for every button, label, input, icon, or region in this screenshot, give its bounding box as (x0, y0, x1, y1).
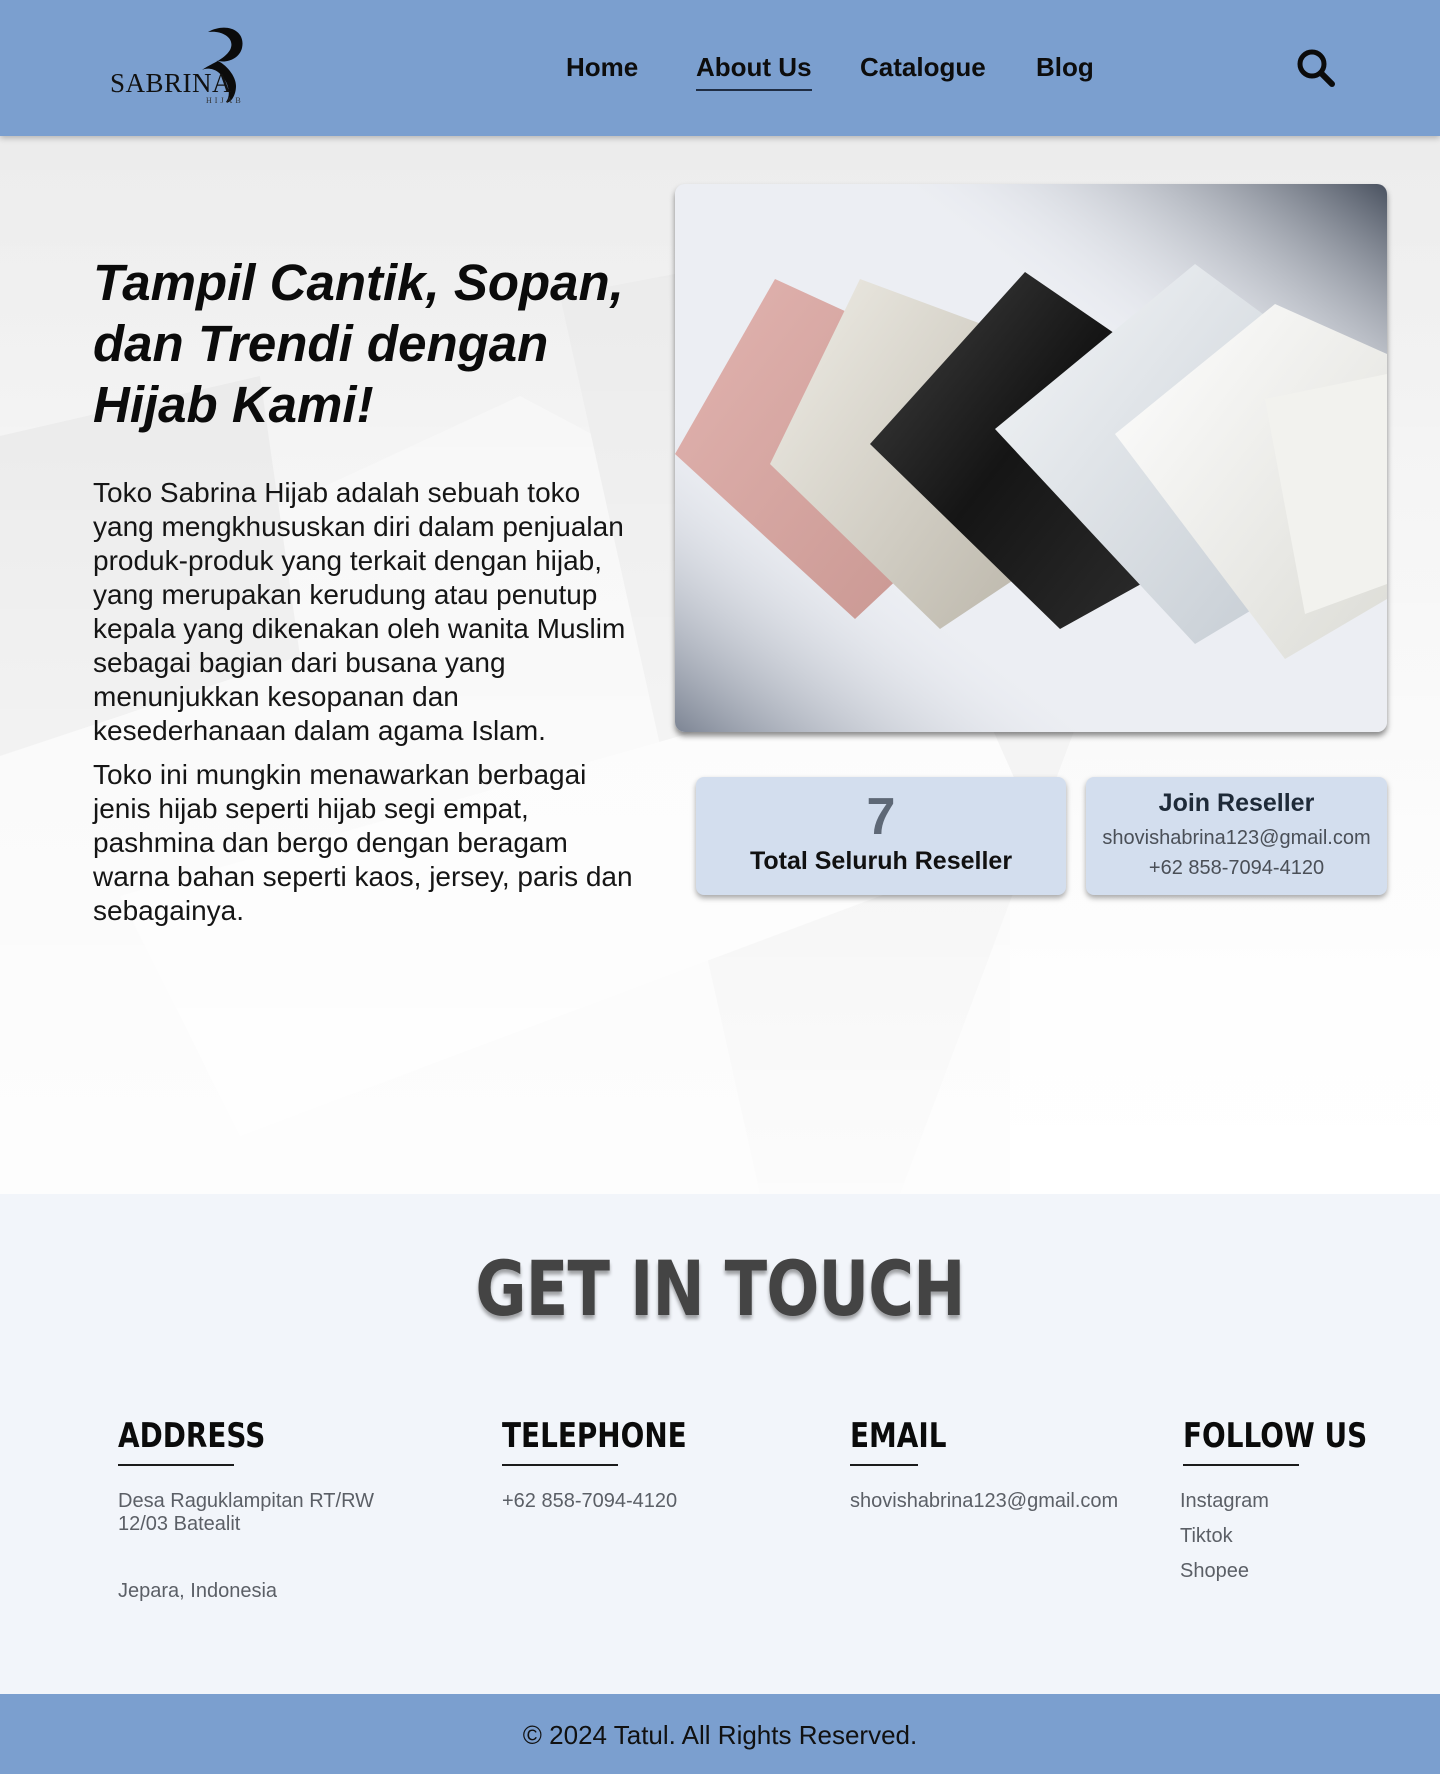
tiktok-link[interactable]: Tiktok (1180, 1525, 1400, 1548)
logo-text: SABRINA (110, 68, 233, 98)
instagram-link[interactable]: Instagram (1180, 1490, 1400, 1513)
email-title: EMAIL (850, 1416, 947, 1456)
hijab-product-image (675, 184, 1387, 732)
footer: © 2024 Tatul. All Rights Reserved. (0, 1694, 1440, 1774)
telephone-title: TELEPHONE (502, 1416, 687, 1456)
hero-section: Tampil Cantik, Sopan, dan Trendi dengan … (0, 136, 1440, 1194)
copyright-text: © 2024 Tatul. All Rights Reserved. (522, 1720, 918, 1750)
follow-us-column: FOLLOW US Instagram Tiktok Shopee (1180, 1416, 1400, 1595)
join-reseller-card[interactable]: Join Reseller shovishabrina123@gmail.com… (1086, 777, 1387, 895)
address-column: ADDRESS Desa Raguklampitan RT/RW 12/03 B… (118, 1416, 438, 1603)
telephone-column: TELEPHONE +62 858-7094-4120 (502, 1416, 802, 1513)
telephone-underline (502, 1464, 618, 1466)
email-column: EMAIL shovishabrina123@gmail.com (850, 1416, 1170, 1513)
email-underline (850, 1464, 918, 1466)
hero-description-2: Toko ini mungkin menawarkan berbagai jen… (93, 759, 633, 926)
reseller-count-card: 7 Total Seluruh Reseller (696, 777, 1066, 895)
join-reseller-title: Join Reseller (1158, 789, 1315, 817)
reseller-count-value: 7 (866, 788, 896, 846)
nav-about-us[interactable]: About Us (696, 52, 812, 91)
search-button[interactable] (1294, 46, 1338, 90)
address-line-1: Desa Raguklampitan RT/RW (118, 1490, 375, 1512)
hero-title: Tampil Cantik, Sopan, dan Trendi dengan … (93, 254, 624, 433)
telephone-value[interactable]: +62 858-7094-4120 (502, 1490, 802, 1513)
contact-heading: GET IN TOUCH (475, 1244, 965, 1333)
follow-us-title: FOLLOW US (1183, 1416, 1368, 1456)
contact-section: GET IN TOUCH ADDRESS Desa Raguklampitan … (0, 1194, 1440, 1694)
logo-subtext: HIJAB (206, 96, 244, 105)
join-reseller-phone[interactable]: +62 858-7094-4120 (1086, 857, 1387, 880)
hijab-fabrics-illustration (675, 184, 1387, 732)
email-value[interactable]: shovishabrina123@gmail.com (850, 1490, 1170, 1513)
reseller-count-label: Total Seluruh Reseller (749, 847, 1013, 875)
follow-us-underline (1183, 1464, 1299, 1466)
address-line-3: Jepara, Indonesia (118, 1580, 278, 1602)
sabrina-logo[interactable]: SABRINA HIJAB (108, 24, 268, 108)
address-underline (118, 1464, 234, 1466)
nav-home[interactable]: Home (566, 52, 638, 83)
search-icon (1297, 49, 1335, 87)
hero-description-1: Toko Sabrina Hijab adalah sebuah toko ya… (93, 477, 626, 746)
nav-blog[interactable]: Blog (1036, 52, 1094, 83)
address-title: ADDRESS (118, 1416, 266, 1456)
address-line-2: 12/03 Batealit (118, 1513, 241, 1535)
shopee-link[interactable]: Shopee (1180, 1560, 1400, 1583)
join-reseller-email[interactable]: shovishabrina123@gmail.com (1086, 827, 1387, 850)
navbar: SABRINA HIJAB Home About Us Catalogue Bl… (0, 0, 1440, 136)
nav-catalogue[interactable]: Catalogue (860, 52, 986, 83)
